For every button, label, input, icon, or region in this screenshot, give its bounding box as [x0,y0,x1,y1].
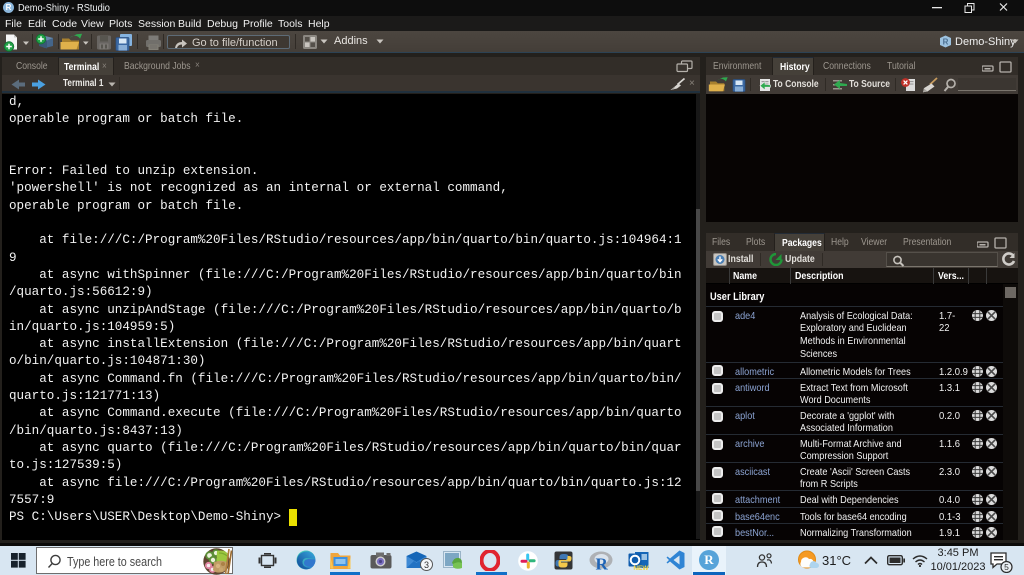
svg-text:R: R [596,555,609,572]
svg-text:NEW: NEW [633,565,649,571]
svg-text:5: 5 [1004,562,1009,572]
svg-text:3: 3 [424,560,429,570]
svg-text:R: R [943,37,949,46]
